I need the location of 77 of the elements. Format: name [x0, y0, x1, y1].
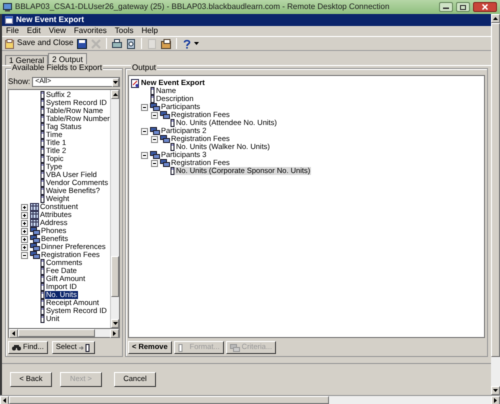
menu-item[interactable]: View: [48, 26, 66, 36]
scroll-left-button[interactable]: [9, 329, 18, 338]
dropdown-arrow-icon: [113, 80, 118, 84]
menu-item[interactable]: Tools: [114, 26, 134, 36]
field-icon: [170, 167, 175, 175]
print-icon: [112, 38, 122, 48]
menu-item[interactable]: Help: [141, 26, 158, 36]
window-title: BBLAP03_CSA1-DLUser26_gateway (25) - BBLAP03.blackbaudlearn.com - Remote Desktop Connection: [15, 2, 390, 12]
preview-icon: [126, 38, 136, 48]
right-arrow-icon: [113, 331, 116, 336]
minimize-button[interactable]: [439, 2, 453, 12]
group-title: Available Fields to Export: [11, 64, 104, 73]
down-arrow-icon: [493, 389, 498, 392]
scroll-down-button[interactable]: [491, 386, 500, 395]
print-button[interactable]: [111, 37, 124, 50]
expand-icon[interactable]: [21, 244, 28, 250]
collapse-icon[interactable]: [151, 136, 158, 142]
minimize-icon: [443, 5, 449, 9]
arrow-field-icon: [78, 344, 91, 352]
scroll-right-button[interactable]: [110, 329, 119, 338]
group-title: Output: [131, 64, 158, 73]
left-arrow-icon: [3, 398, 6, 403]
properties-button[interactable]: [160, 37, 172, 50]
computer-icon: [3, 2, 12, 12]
windows-icon: [230, 344, 240, 352]
scroll-up-button[interactable]: [111, 90, 119, 99]
expand-icon[interactable]: [21, 228, 28, 234]
right-arrow-icon: [494, 398, 497, 403]
close-button[interactable]: [473, 2, 497, 12]
scrollbar-thumb[interactable]: [9, 396, 329, 404]
close-icon: [482, 4, 488, 10]
expand-icon[interactable]: [21, 220, 28, 226]
collapse-icon[interactable]: [141, 152, 148, 158]
collapse-icon[interactable]: [151, 112, 158, 118]
tab[interactable]: 1 General: [5, 55, 48, 65]
binoculars-icon: [12, 344, 21, 351]
maximize-button[interactable]: [456, 2, 470, 12]
help-icon: [182, 38, 192, 48]
menu-item[interactable]: File: [6, 26, 19, 36]
expand-icon[interactable]: [21, 204, 28, 210]
maximize-icon: [460, 4, 466, 10]
field-icon: [170, 143, 175, 151]
scrollbar-thumb[interactable]: [18, 329, 95, 337]
scrollbar-thumb[interactable]: [111, 256, 119, 298]
save-button[interactable]: [76, 37, 88, 50]
down-arrow-icon: [112, 322, 118, 325]
caret-icon: [194, 42, 200, 45]
app-title: New Event Export: [16, 16, 84, 24]
properties-icon: [161, 38, 172, 48]
collapse-icon[interactable]: [141, 104, 148, 110]
window-icon: [5, 16, 13, 24]
scroll-down-button[interactable]: [111, 319, 119, 328]
menu-item[interactable]: Edit: [26, 26, 41, 36]
expand-icon[interactable]: [21, 212, 28, 218]
field-icon: [170, 119, 175, 127]
save-icon: [77, 38, 88, 48]
menu-item[interactable]: Favorites: [74, 26, 107, 36]
field-label: Show:: [8, 78, 30, 86]
preview-button[interactable]: [125, 37, 138, 50]
save-close-icon: [5, 38, 15, 48]
save-close-button[interactable]: Save and Close: [4, 37, 74, 50]
collapse-icon[interactable]: [21, 252, 28, 258]
scroll-right-button[interactable]: [491, 396, 500, 404]
up-arrow-icon: [112, 93, 118, 96]
tab[interactable]: 2 Output: [48, 53, 87, 65]
expand-icon[interactable]: [21, 236, 28, 242]
left-arrow-icon: [12, 331, 15, 336]
scrollbar-thumb[interactable]: [491, 23, 500, 358]
help-button[interactable]: [181, 37, 200, 50]
scroll-left-button[interactable]: [0, 396, 9, 404]
up-arrow-icon: [493, 17, 498, 20]
page-icon: [147, 38, 158, 48]
scroll-up-button[interactable]: [491, 14, 500, 23]
delete-icon: [91, 38, 102, 48]
collapse-icon[interactable]: [141, 128, 148, 134]
export-icon: [131, 78, 140, 88]
collapse-icon[interactable]: [151, 160, 158, 166]
